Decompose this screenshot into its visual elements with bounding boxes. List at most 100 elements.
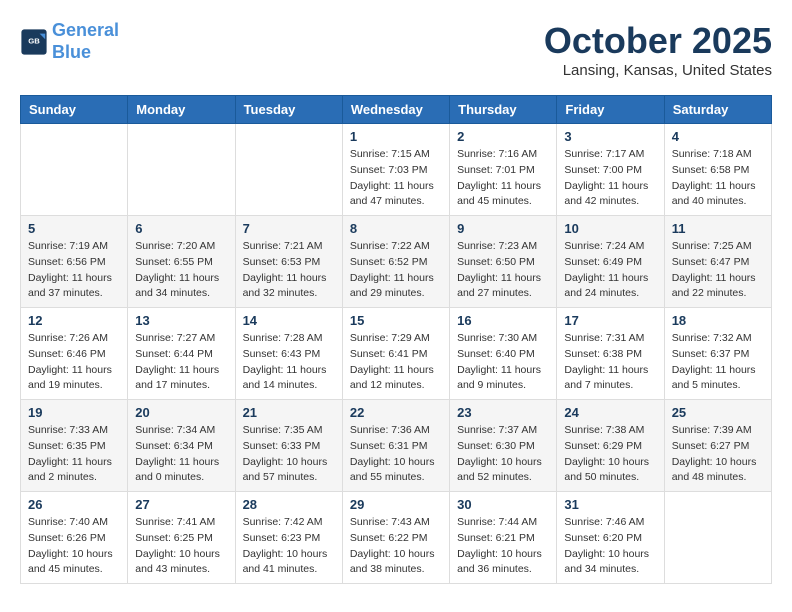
weekday-header-saturday: Saturday	[664, 96, 771, 124]
day-info: Sunrise: 7:19 AMSunset: 6:56 PMDaylight:…	[28, 239, 120, 302]
calendar-cell: 10 Sunrise: 7:24 AMSunset: 6:49 PMDayligh…	[557, 216, 664, 308]
location: Lansing, Kansas, United States	[544, 62, 772, 79]
day-info: Sunrise: 7:38 AMSunset: 6:29 PMDaylight:…	[564, 423, 656, 486]
day-info: Sunrise: 7:26 AMSunset: 6:46 PMDaylight:…	[28, 331, 120, 394]
calendar-cell: 29 Sunrise: 7:43 AMSunset: 6:22 PMDayligh…	[342, 492, 449, 584]
day-info: Sunrise: 7:35 AMSunset: 6:33 PMDaylight:…	[243, 423, 335, 486]
day-number: 29	[350, 497, 442, 512]
day-number: 17	[564, 313, 656, 328]
day-number: 16	[457, 313, 549, 328]
calendar-cell: 18 Sunrise: 7:32 AMSunset: 6:37 PMDayligh…	[664, 308, 771, 400]
calendar-cell: 23 Sunrise: 7:37 AMSunset: 6:30 PMDayligh…	[450, 400, 557, 492]
logo-icon: GB	[20, 28, 48, 56]
day-number: 10	[564, 221, 656, 236]
calendar-cell	[235, 124, 342, 216]
calendar-cell	[664, 492, 771, 584]
calendar-cell: 2 Sunrise: 7:16 AMSunset: 7:01 PMDaylight…	[450, 124, 557, 216]
weekday-header-tuesday: Tuesday	[235, 96, 342, 124]
calendar-cell: 26 Sunrise: 7:40 AMSunset: 6:26 PMDayligh…	[21, 492, 128, 584]
calendar-cell: 6 Sunrise: 7:20 AMSunset: 6:55 PMDaylight…	[128, 216, 235, 308]
day-number: 20	[135, 405, 227, 420]
calendar-cell: 13 Sunrise: 7:27 AMSunset: 6:44 PMDayligh…	[128, 308, 235, 400]
day-info: Sunrise: 7:24 AMSunset: 6:49 PMDaylight:…	[564, 239, 656, 302]
day-number: 8	[350, 221, 442, 236]
day-info: Sunrise: 7:32 AMSunset: 6:37 PMDaylight:…	[672, 331, 764, 394]
day-info: Sunrise: 7:41 AMSunset: 6:25 PMDaylight:…	[135, 515, 227, 578]
day-info: Sunrise: 7:44 AMSunset: 6:21 PMDaylight:…	[457, 515, 549, 578]
calendar-cell: 31Sunrise: 7:46 AMSunset: 6:20 PMDayligh…	[557, 492, 664, 584]
weekday-header-row: SundayMondayTuesdayWednesdayThursdayFrid…	[21, 96, 772, 124]
calendar-cell: 9Sunrise: 7:23 AMSunset: 6:50 PMDaylight…	[450, 216, 557, 308]
title-block: October 2025 Lansing, Kansas, United Sta…	[544, 20, 772, 79]
day-info: Sunrise: 7:40 AMSunset: 6:26 PMDaylight:…	[28, 515, 120, 578]
day-info: Sunrise: 7:18 AMSunset: 6:58 PMDaylight:…	[672, 147, 764, 210]
day-number: 24	[564, 405, 656, 420]
calendar-week-4: 19 Sunrise: 7:33 AMSunset: 6:35 PMDayligh…	[21, 400, 772, 492]
day-number: 30	[457, 497, 549, 512]
day-number: 3	[564, 129, 656, 144]
day-number: 13	[135, 313, 227, 328]
weekday-header-thursday: Thursday	[450, 96, 557, 124]
day-number: 4	[672, 129, 764, 144]
day-info: Sunrise: 7:37 AMSunset: 6:30 PMDaylight:…	[457, 423, 549, 486]
calendar-cell: 5Sunrise: 7:19 AMSunset: 6:56 PMDaylight…	[21, 216, 128, 308]
day-number: 15	[350, 313, 442, 328]
day-info: Sunrise: 7:30 AMSunset: 6:40 PMDaylight:…	[457, 331, 549, 394]
calendar-week-2: 5Sunrise: 7:19 AMSunset: 6:56 PMDaylight…	[21, 216, 772, 308]
weekday-header-monday: Monday	[128, 96, 235, 124]
day-number: 26	[28, 497, 120, 512]
calendar-cell: 8 Sunrise: 7:22 AMSunset: 6:52 PMDaylight…	[342, 216, 449, 308]
day-info: Sunrise: 7:43 AMSunset: 6:22 PMDaylight:…	[350, 515, 442, 578]
calendar-cell: 27Sunrise: 7:41 AMSunset: 6:25 PMDayligh…	[128, 492, 235, 584]
calendar-cell: 15 Sunrise: 7:29 AMSunset: 6:41 PMDayligh…	[342, 308, 449, 400]
day-info: Sunrise: 7:16 AMSunset: 7:01 PMDaylight:…	[457, 147, 549, 210]
weekday-header-friday: Friday	[557, 96, 664, 124]
calendar-cell: 12 Sunrise: 7:26 AMSunset: 6:46 PMDayligh…	[21, 308, 128, 400]
day-info: Sunrise: 7:20 AMSunset: 6:55 PMDaylight:…	[135, 239, 227, 302]
calendar-cell: 7 Sunrise: 7:21 AMSunset: 6:53 PMDaylight…	[235, 216, 342, 308]
calendar-cell: 16 Sunrise: 7:30 AMSunset: 6:40 PMDayligh…	[450, 308, 557, 400]
day-info: Sunrise: 7:28 AMSunset: 6:43 PMDaylight:…	[243, 331, 335, 394]
calendar-cell: 4 Sunrise: 7:18 AMSunset: 6:58 PMDaylight…	[664, 124, 771, 216]
calendar-week-3: 12 Sunrise: 7:26 AMSunset: 6:46 PMDayligh…	[21, 308, 772, 400]
day-number: 7	[243, 221, 335, 236]
day-number: 6	[135, 221, 227, 236]
calendar-cell: 21 Sunrise: 7:35 AMSunset: 6:33 PMDayligh…	[235, 400, 342, 492]
month-title: October 2025	[544, 20, 772, 62]
day-info: Sunrise: 7:46 AMSunset: 6:20 PMDaylight:…	[564, 515, 656, 578]
logo-text: GeneralBlue	[52, 20, 119, 63]
calendar-cell	[128, 124, 235, 216]
page-header: GB GeneralBlue October 2025 Lansing, Kan…	[20, 20, 772, 79]
calendar-cell: 24 Sunrise: 7:38 AMSunset: 6:29 PMDayligh…	[557, 400, 664, 492]
calendar-header: SundayMondayTuesdayWednesdayThursdayFrid…	[21, 96, 772, 124]
calendar-cell: 1Sunrise: 7:15 AMSunset: 7:03 PMDaylight…	[342, 124, 449, 216]
day-number: 23	[457, 405, 549, 420]
day-info: Sunrise: 7:15 AMSunset: 7:03 PMDaylight:…	[350, 147, 442, 210]
day-number: 18	[672, 313, 764, 328]
calendar-cell: 22Sunrise: 7:36 AMSunset: 6:31 PMDayligh…	[342, 400, 449, 492]
calendar-cell: 30 Sunrise: 7:44 AMSunset: 6:21 PMDayligh…	[450, 492, 557, 584]
day-number: 21	[243, 405, 335, 420]
day-number: 19	[28, 405, 120, 420]
calendar-cell: 11Sunrise: 7:25 AMSunset: 6:47 PMDayligh…	[664, 216, 771, 308]
day-info: Sunrise: 7:31 AMSunset: 6:38 PMDaylight:…	[564, 331, 656, 394]
day-number: 14	[243, 313, 335, 328]
weekday-header-wednesday: Wednesday	[342, 96, 449, 124]
calendar-week-1: 1Sunrise: 7:15 AMSunset: 7:03 PMDaylight…	[21, 124, 772, 216]
day-number: 22	[350, 405, 442, 420]
day-number: 25	[672, 405, 764, 420]
day-number: 2	[457, 129, 549, 144]
day-number: 12	[28, 313, 120, 328]
calendar-cell: 25Sunrise: 7:39 AMSunset: 6:27 PMDayligh…	[664, 400, 771, 492]
day-info: Sunrise: 7:21 AMSunset: 6:53 PMDaylight:…	[243, 239, 335, 302]
calendar-cell: 17 Sunrise: 7:31 AMSunset: 6:38 PMDayligh…	[557, 308, 664, 400]
day-number: 9	[457, 221, 549, 236]
day-info: Sunrise: 7:33 AMSunset: 6:35 PMDaylight:…	[28, 423, 120, 486]
day-info: Sunrise: 7:29 AMSunset: 6:41 PMDaylight:…	[350, 331, 442, 394]
calendar-body: 1Sunrise: 7:15 AMSunset: 7:03 PMDaylight…	[21, 124, 772, 584]
day-info: Sunrise: 7:22 AMSunset: 6:52 PMDaylight:…	[350, 239, 442, 302]
calendar-cell: 20Sunrise: 7:34 AMSunset: 6:34 PMDayligh…	[128, 400, 235, 492]
day-info: Sunrise: 7:17 AMSunset: 7:00 PMDaylight:…	[564, 147, 656, 210]
day-info: Sunrise: 7:27 AMSunset: 6:44 PMDaylight:…	[135, 331, 227, 394]
svg-text:GB: GB	[28, 36, 40, 45]
